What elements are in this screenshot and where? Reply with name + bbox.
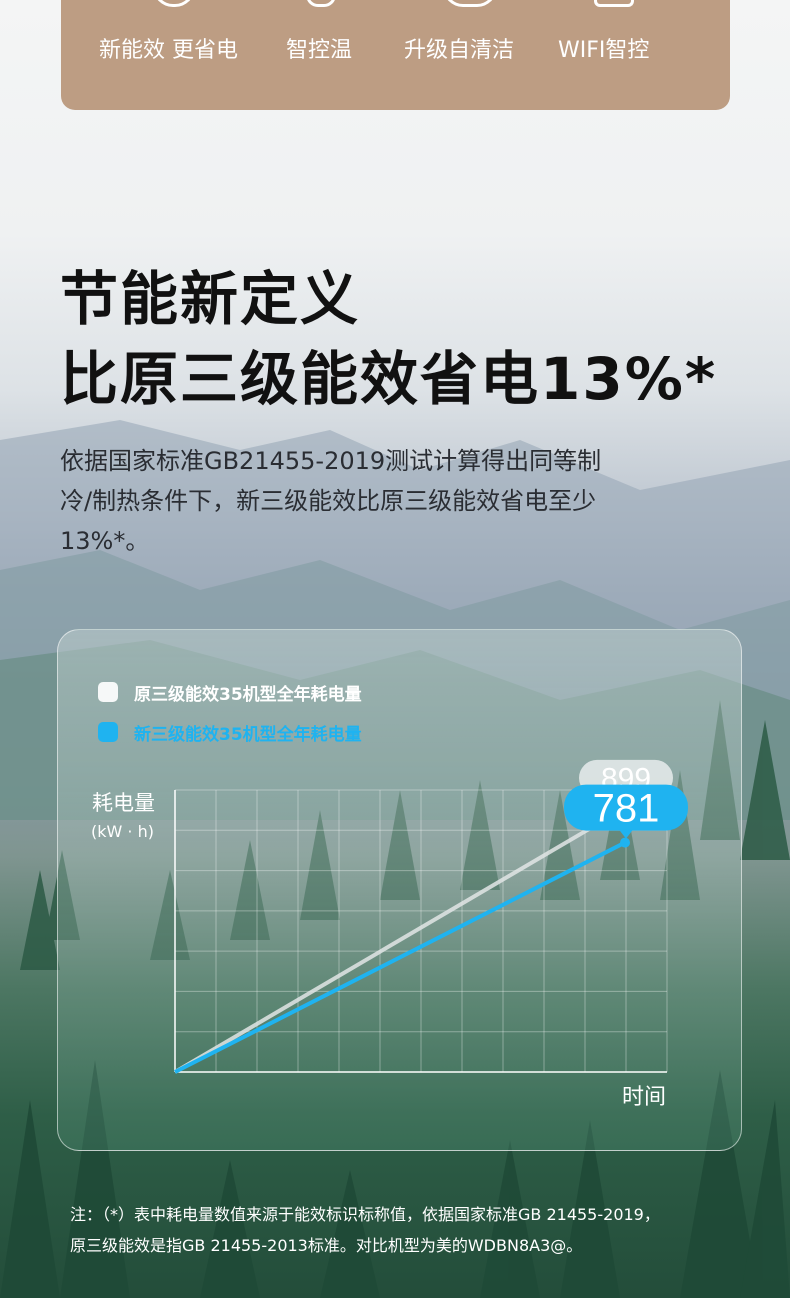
footnote: 注：（*）表中耗电量数值来源于能效标识标称值，依据国家标准GB 21455-20… [70,1199,750,1261]
data-label-new: 781 [593,787,660,831]
footnote-line: 原三级能效是指GB 21455-2013标准。对比机型为美的WDBN8A3@。 [70,1236,583,1255]
footnote-line: 注：（*）表中耗电量数值来源于能效标识标称值，依据国家标准GB 21455-20… [70,1205,660,1224]
line-chart: 899 781 [173,759,688,1074]
series-line-new [174,840,626,1074]
series-point-new [620,837,630,848]
series-line-old [173,806,627,1074]
